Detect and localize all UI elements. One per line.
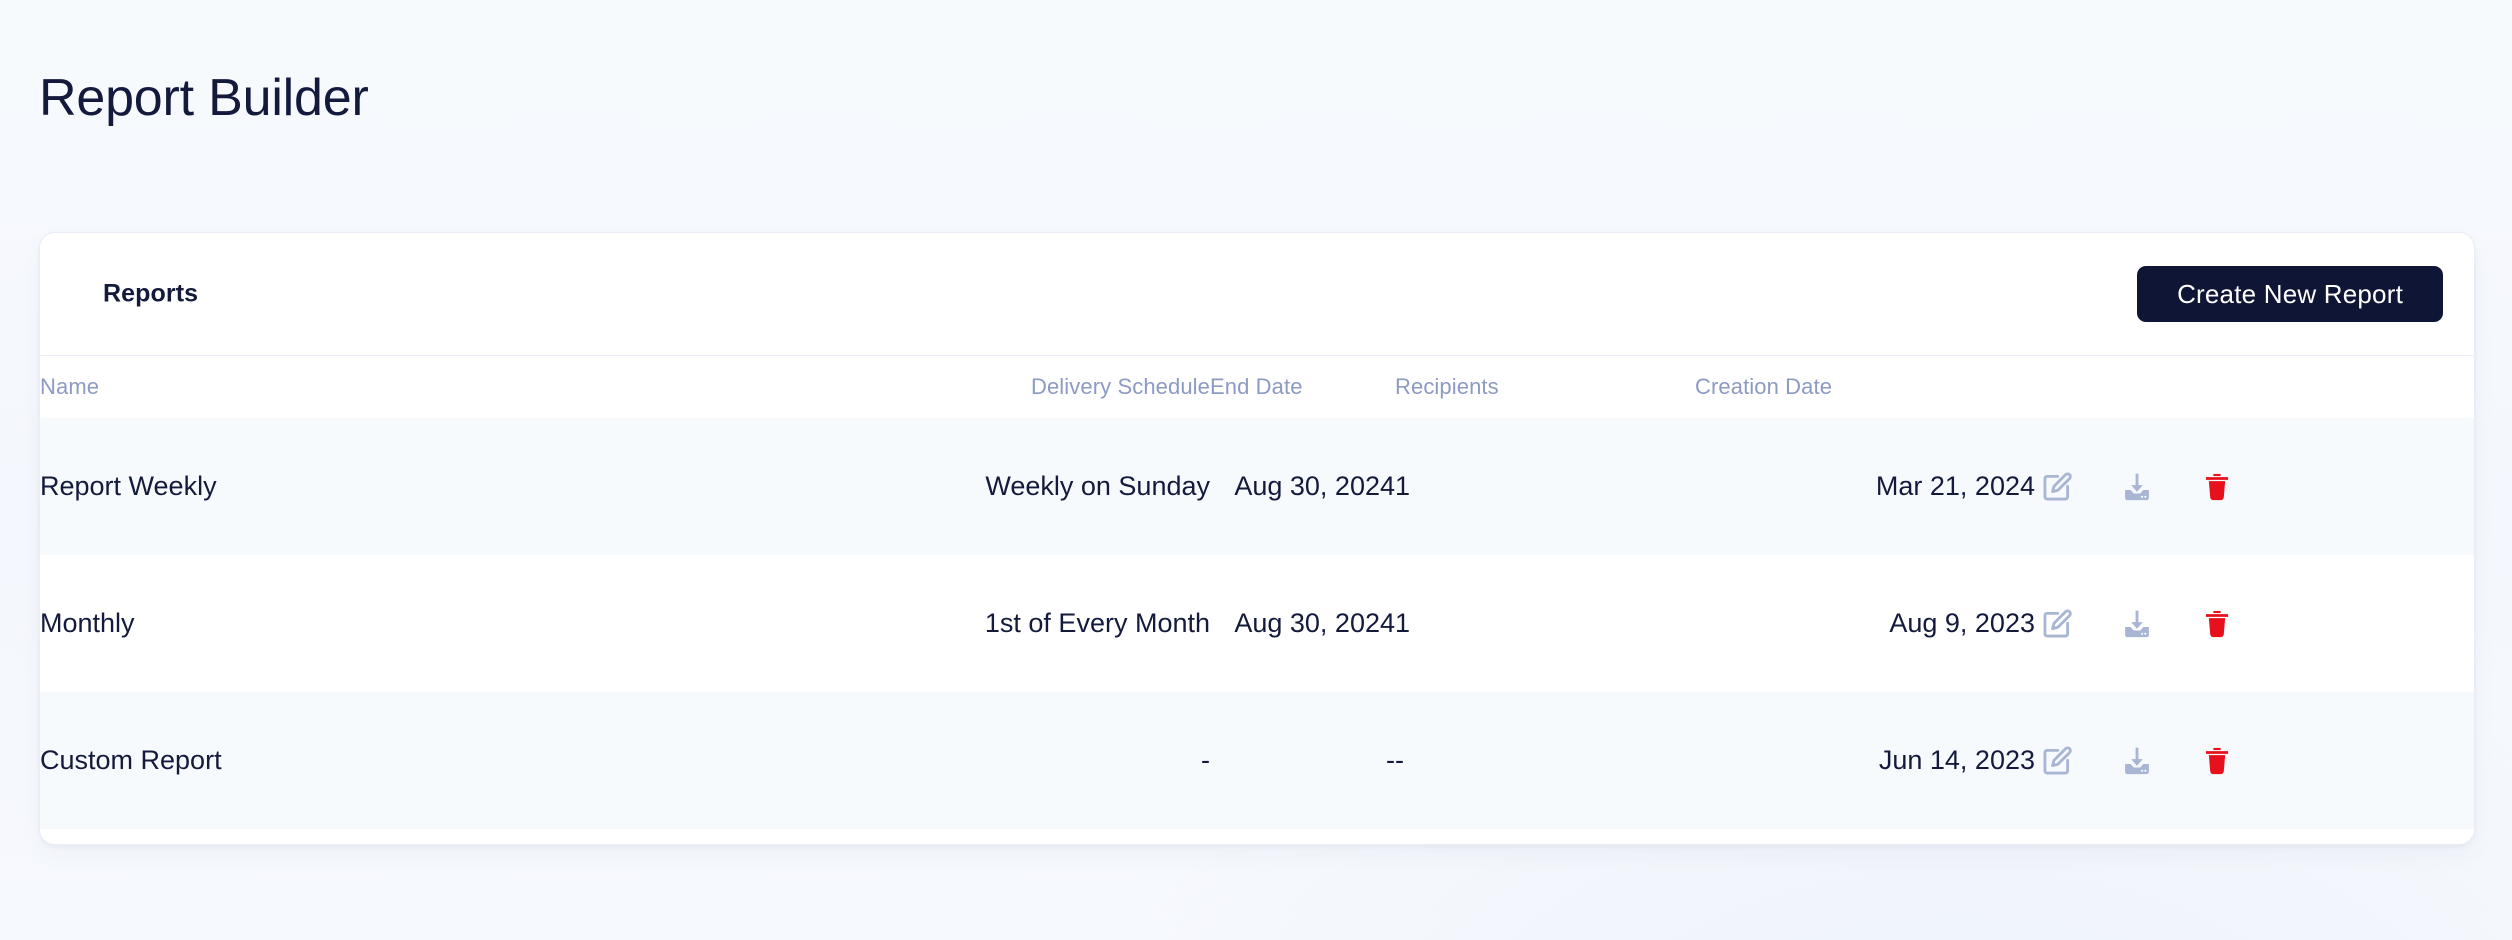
column-header-recipients: Recipients xyxy=(1395,356,1695,418)
cell-delivery: - xyxy=(1201,745,1210,775)
edit-report-button[interactable] xyxy=(2035,602,2079,646)
cell-delivery: 1st of Every Month xyxy=(984,608,1210,638)
reports-table: Name Delivery Schedule End Date Recipien… xyxy=(40,356,2474,829)
cell-actions xyxy=(2035,692,2474,829)
cell-recipients: - xyxy=(1395,745,1404,775)
edit-icon xyxy=(2040,744,2074,778)
cell-name: Custom Report xyxy=(40,745,222,775)
download-report-button[interactable] xyxy=(2115,602,2159,646)
reports-card: Reports Create New Report Name Delivery … xyxy=(39,232,2475,845)
table-row[interactable]: Custom Report - - - Jun 14, 2023 xyxy=(40,692,2474,829)
delete-icon xyxy=(2201,471,2233,503)
row-action-group xyxy=(2035,602,2474,646)
cell-actions xyxy=(2035,418,2474,555)
table-row[interactable]: Report Weekly Weekly on Sunday Aug 30, 2… xyxy=(40,418,2474,555)
page-title: Report Builder xyxy=(39,69,369,127)
cell-end-date: Aug 30, 2024 xyxy=(1234,608,1395,638)
column-header-delivery: Delivery Schedule xyxy=(880,356,1210,418)
edit-icon xyxy=(2040,607,2074,641)
create-new-report-button[interactable]: Create New Report xyxy=(2137,266,2443,322)
delete-report-button[interactable] xyxy=(2195,739,2239,783)
reports-heading: Reports xyxy=(103,279,199,308)
table-header-row: Name Delivery Schedule End Date Recipien… xyxy=(40,356,2474,418)
delete-icon xyxy=(2201,745,2233,777)
cell-creation-date: Mar 21, 2024 xyxy=(1875,471,2035,501)
delete-report-button[interactable] xyxy=(2195,602,2239,646)
row-action-group xyxy=(2035,465,2474,509)
delete-icon xyxy=(2201,608,2233,640)
cell-end-date: Aug 30, 2024 xyxy=(1234,471,1395,501)
column-header-name: Name xyxy=(40,356,880,418)
cell-recipients: 1 xyxy=(1395,608,1411,638)
download-icon xyxy=(2120,470,2154,504)
cell-creation-date: Aug 9, 2023 xyxy=(1889,608,2035,638)
cell-name: Monthly xyxy=(40,608,135,638)
edit-icon xyxy=(2040,470,2074,504)
cell-name: Report Weekly xyxy=(40,471,217,501)
edit-report-button[interactable] xyxy=(2035,739,2079,783)
column-header-end-date: End Date xyxy=(1210,356,1395,418)
reports-table-head: Name Delivery Schedule End Date Recipien… xyxy=(40,356,2474,418)
cell-end-date: - xyxy=(1386,745,1395,775)
download-icon xyxy=(2120,607,2154,641)
report-builder-page: Report Builder Reports Create New Report… xyxy=(0,0,2512,940)
column-header-actions xyxy=(2035,356,2474,418)
edit-report-button[interactable] xyxy=(2035,465,2079,509)
cell-delivery: Weekly on Sunday xyxy=(985,471,1210,501)
cell-actions xyxy=(2035,555,2474,692)
download-report-button[interactable] xyxy=(2115,465,2159,509)
delete-report-button[interactable] xyxy=(2195,465,2239,509)
download-icon xyxy=(2120,744,2154,778)
cell-recipients: 1 xyxy=(1395,471,1411,501)
table-row[interactable]: Monthly 1st of Every Month Aug 30, 2024 … xyxy=(40,555,2474,692)
column-header-creation-date: Creation Date xyxy=(1695,356,2035,418)
reports-card-header: Reports Create New Report xyxy=(40,233,2474,356)
cell-creation-date: Jun 14, 2023 xyxy=(1878,745,2035,775)
download-report-button[interactable] xyxy=(2115,739,2159,783)
reports-table-body: Report Weekly Weekly on Sunday Aug 30, 2… xyxy=(40,418,2474,829)
row-action-group xyxy=(2035,739,2474,783)
